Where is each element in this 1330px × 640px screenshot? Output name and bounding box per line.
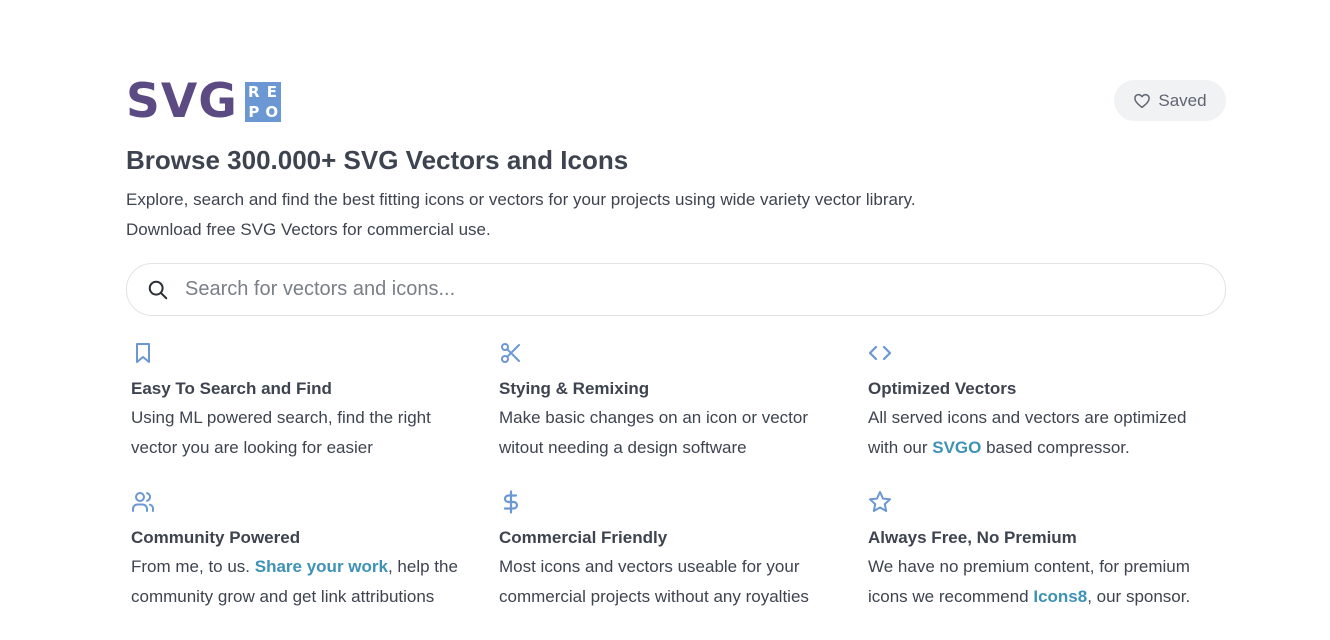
logo-repo-badge: R E P O: [244, 82, 281, 122]
feature-line: All served icons and vectors are optimiz…: [868, 408, 1187, 427]
icons8-link[interactable]: Icons8: [1033, 587, 1087, 606]
logo-repo-letter: O: [265, 103, 279, 121]
share-your-work-link[interactable]: Share your work: [255, 557, 388, 576]
feature-optimized: Optimized Vectors All served icons and v…: [868, 341, 1213, 463]
text-span: icons we recommend: [868, 587, 1034, 606]
feature-styling: Stying & Remixing Make basic changes on …: [499, 341, 844, 463]
star-icon: [869, 491, 891, 512]
feature-line: Most icons and vectors useable for your: [499, 557, 800, 576]
feature-line: From me, to us. Share your work, help th…: [131, 552, 476, 582]
logo-text: SVG: [126, 74, 238, 129]
feature-line: witout needing a design software: [499, 438, 747, 457]
bookmark-icon: [136, 343, 150, 363]
feature-line: We have no premium content, for premium: [868, 557, 1190, 576]
text-span: with our: [868, 438, 933, 457]
svgo-link[interactable]: SVGO: [932, 438, 981, 457]
logo-repo-letter: E: [266, 83, 277, 101]
feature-line: with our SVGO based compressor.: [868, 433, 1213, 463]
feature-title: Always Free, No Premium: [868, 528, 1077, 547]
feature-title: Optimized Vectors: [868, 379, 1017, 398]
description-line: Explore, search and find the best fittin…: [126, 190, 916, 209]
dollar-icon: [503, 490, 519, 514]
saved-button[interactable]: Saved: [1114, 80, 1226, 121]
code-icon: [868, 345, 892, 361]
feature-title: Commercial Friendly: [499, 528, 668, 547]
description-line: Download free SVG Vectors for commercial…: [126, 220, 491, 239]
logo-repo-letter: P: [248, 103, 260, 121]
logo-repo-letter: R: [248, 83, 260, 101]
feature-description: Most icons and vectors useable for your …: [499, 552, 844, 612]
feature-title: Easy To Search and Find: [131, 379, 332, 398]
saved-label: Saved: [1158, 90, 1207, 110]
search-bar[interactable]: [126, 263, 1226, 316]
feature-commercial: Commercial Friendly Most icons and vecto…: [499, 490, 844, 612]
feature-description: Using ML powered search, find the right …: [131, 403, 476, 463]
feature-description: Make basic changes on an icon or vector …: [499, 403, 844, 463]
feature-line: Make basic changes on an icon or vector: [499, 408, 809, 427]
page-title: Browse 300.000+ SVG Vectors and Icons: [126, 145, 629, 175]
feature-free: Always Free, No Premium We have no premi…: [868, 490, 1213, 612]
text-span: , help the: [387, 557, 458, 576]
feature-line: vector you are looking for easier: [131, 438, 373, 457]
feature-description: We have no premium content, for premium …: [868, 552, 1213, 612]
feature-line: icons we recommend Icons8, our sponsor.: [868, 582, 1213, 612]
svgrepo-logo[interactable]: SVG R E P O: [126, 74, 281, 129]
feature-title: Stying & Remixing: [499, 379, 650, 398]
heart-icon: [1134, 93, 1151, 108]
feature-community: Community Powered From me, to us. Share …: [131, 490, 476, 612]
feature-description: All served icons and vectors are optimiz…: [868, 403, 1213, 463]
feature-easy-search: Easy To Search and Find Using ML powered…: [131, 341, 476, 463]
text-span: From me, to us.: [131, 557, 255, 576]
search-icon: [148, 280, 168, 299]
text-span: , our sponsor.: [1087, 587, 1191, 606]
feature-line: Using ML powered search, find the right: [131, 408, 431, 427]
feature-title: Community Powered: [131, 528, 301, 547]
page-description: Explore, search and find the best fittin…: [126, 185, 916, 245]
scissors-icon: [501, 343, 520, 363]
search-input[interactable]: [183, 277, 1187, 302]
text-span: based compressor.: [981, 438, 1130, 457]
feature-line: commercial projects without any royaltie…: [499, 587, 809, 606]
users-icon: [132, 492, 154, 512]
feature-line: community grow and get link attributions: [131, 587, 435, 606]
feature-description: From me, to us. Share your work, help th…: [131, 552, 476, 612]
header: SVG R E P O Saved: [126, 74, 1226, 129]
